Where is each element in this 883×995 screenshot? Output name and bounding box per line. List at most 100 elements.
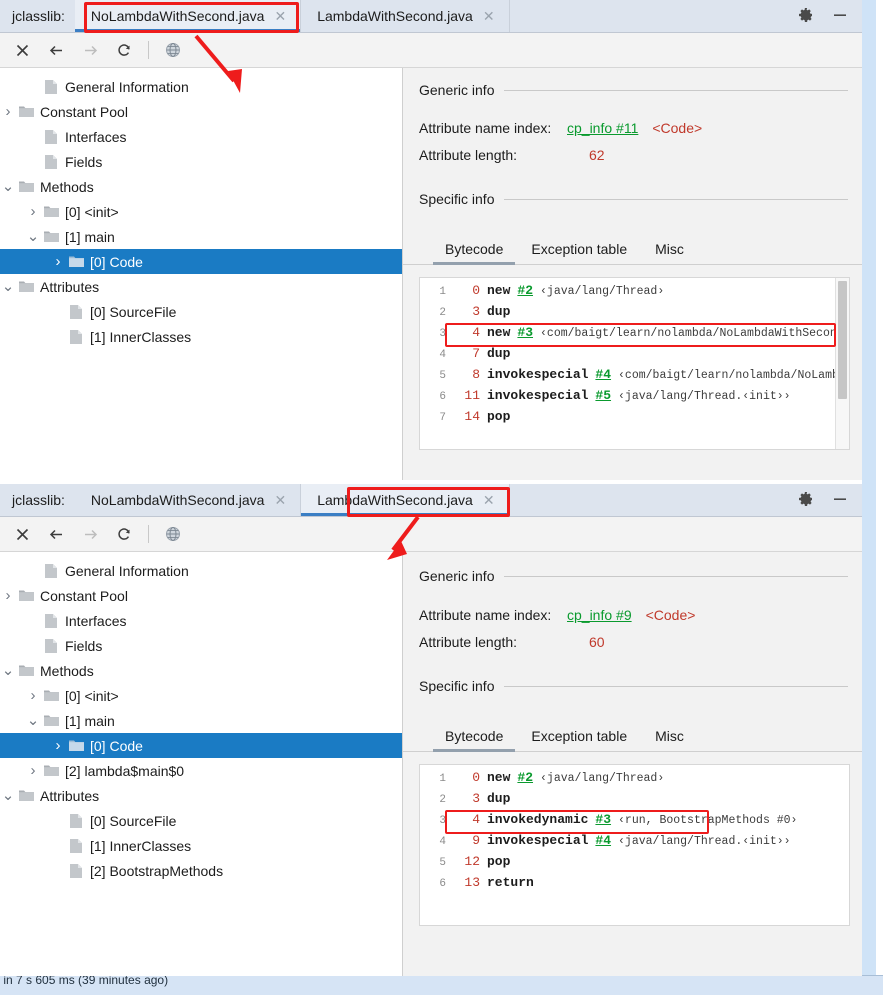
bytecode-line[interactable]: 3 4 new #3 ‹com/baigt/learn/nolambda/NoLambd… [420,325,849,346]
subtab-exception-table[interactable]: Exception table [517,728,641,751]
close-icon[interactable]: ✕ [274,9,292,23]
bytecode-constant-ref[interactable]: #2 [510,770,533,785]
cp-info-link-bottom[interactable]: cp_info #9 [567,607,632,623]
chevron-down-icon[interactable]: ⌄ [0,783,16,808]
chevron-right-icon[interactable]: › [0,99,16,124]
browse-globe-icon[interactable] [159,521,187,547]
tree-row[interactable]: [1] InnerClasses [0,324,402,349]
subtab-exception-table[interactable]: Exception table [517,241,641,264]
tree-row[interactable]: [1] InnerClasses [0,833,402,858]
class-structure-tree-top[interactable]: General Information › Constant Pool Interfa… [0,68,403,480]
specific-info-header-top: Specific info [403,163,862,207]
close-icon[interactable]: ✕ [274,493,292,507]
chevron-right-icon[interactable]: › [50,249,66,274]
subtab-bytecode[interactable]: Bytecode [431,241,517,265]
tree-row[interactable]: › [0] <init> [0,199,402,224]
tree-row[interactable]: › [2] lambda$main$0 [0,758,402,783]
tree-row[interactable]: [0] SourceFile [0,299,402,324]
bytecode-constant-ref[interactable]: #4 [588,833,611,848]
tab-lambdawithsecond-top[interactable]: LambdaWithSecond.java ✕ [301,0,510,32]
bytecode-line[interactable]: 4 7 dup [420,346,849,367]
bytecode-line[interactable]: 3 4 invokedynamic #3 ‹run, BootstrapMethods … [420,812,849,833]
tree-row[interactable]: › [0] Code [0,249,402,274]
tree-row[interactable]: ⌄ [1] main [0,224,402,249]
tab-lambdawithsecond-bottom[interactable]: LambdaWithSecond.java ✕ [301,484,510,516]
close-icon[interactable] [8,37,36,63]
chevron-right-icon[interactable]: › [25,199,41,224]
file-icon [66,863,86,878]
tree-row[interactable]: › [0] Code [0,733,402,758]
close-icon[interactable]: ✕ [483,493,501,507]
back-arrow-icon[interactable] [42,37,70,63]
chevron-down-icon[interactable]: ⌄ [25,708,41,733]
reload-icon[interactable] [110,37,138,63]
browse-globe-icon[interactable] [159,37,187,63]
tree-row-label: [2] BootstrapMethods [90,862,224,879]
bytecode-line[interactable]: 6 13 return [420,875,849,896]
minimize-icon[interactable] [832,491,848,510]
chevron-right-icon[interactable]: › [25,683,41,708]
gear-icon[interactable] [798,7,814,26]
bytecode-line[interactable]: 5 8 invokespecial #4 ‹com/baigt/learn/nolamb… [420,367,849,388]
chevron-right-icon[interactable]: › [25,758,41,783]
detail-subtabs-bottom[interactable]: Bytecode Exception table Misc [403,721,862,752]
gear-icon[interactable] [798,491,814,510]
bytecode-constant-ref[interactable]: #5 [588,388,611,403]
tree-row[interactable]: › [0] <init> [0,683,402,708]
tree-row[interactable]: Interfaces [0,608,402,633]
reload-icon[interactable] [110,521,138,547]
class-structure-tree-bottom[interactable]: General Information › Constant Pool Interfa… [0,552,403,976]
tree-row[interactable]: ⌄ Methods [0,658,402,683]
bytecode-line[interactable]: 4 9 invokespecial #4 ‹java/lang/Thread.‹init… [420,833,849,854]
tree-row[interactable]: ⌄ [1] main [0,708,402,733]
bytecode-line[interactable]: 5 12 pop [420,854,849,875]
subtab-misc[interactable]: Misc [641,241,698,264]
tree-row[interactable]: ⌄ Methods [0,174,402,199]
bytecode-listing-bottom[interactable]: 1 0 new #2 ‹java/lang/Thread› 2 3 dup 3 4 invokedy… [419,764,850,926]
tree-row[interactable]: General Information [0,558,402,583]
bytecode-line[interactable]: 2 3 dup [420,791,849,812]
tree-row[interactable]: [0] SourceFile [0,808,402,833]
chevron-right-icon[interactable]: › [0,583,16,608]
tree-row[interactable]: › Constant Pool [0,99,402,124]
bytecode-scrollbar-top[interactable] [835,278,849,449]
bytecode-constant-ref[interactable]: #4 [588,367,611,382]
chevron-right-icon[interactable]: › [50,733,66,758]
close-icon[interactable] [8,521,36,547]
tree-row[interactable]: Interfaces [0,124,402,149]
subtab-misc[interactable]: Misc [641,728,698,751]
chevron-down-icon[interactable]: ⌄ [0,174,16,199]
bytecode-line-number: 4 [439,836,446,848]
tree-row[interactable]: [2] BootstrapMethods [0,858,402,883]
tab-nolambdawithsecond-top[interactable]: NoLambdaWithSecond.java ✕ [74,0,302,32]
bytecode-mnemonic: dup [487,791,511,806]
tree-row[interactable]: › Constant Pool [0,583,402,608]
jclasslib-window-top: jclasslib: NoLambdaWithSecond.java ✕ Lam… [0,0,862,480]
scrollbar-thumb[interactable] [838,281,847,399]
tree-row[interactable]: ⌄ Attributes [0,274,402,299]
bytecode-line[interactable]: 6 11 invokespecial #5 ‹java/lang/Thread.‹ini… [420,388,849,409]
bytecode-listing-top[interactable]: 1 0 new #2 ‹java/lang/Thread› 2 3 dup 3 4 new #3 ‹co… [419,277,850,450]
bytecode-line[interactable]: 1 0 new #2 ‹java/lang/Thread› [420,283,849,304]
close-icon[interactable]: ✕ [483,9,501,23]
bytecode-constant-ref[interactable]: #3 [510,325,533,340]
chevron-down-icon[interactable]: ⌄ [0,658,16,683]
detail-subtabs-top[interactable]: Bytecode Exception table Misc [403,234,862,265]
back-arrow-icon[interactable] [42,521,70,547]
bytecode-line[interactable]: 1 0 new #2 ‹java/lang/Thread› [420,770,849,791]
bytecode-constant-ref[interactable]: #3 [588,812,611,827]
minimize-icon[interactable] [832,7,848,26]
section-rule [504,575,848,577]
chevron-down-icon[interactable]: ⌄ [25,224,41,249]
tree-row[interactable]: Fields [0,633,402,658]
subtab-bytecode[interactable]: Bytecode [431,728,517,752]
tree-row[interactable]: Fields [0,149,402,174]
tree-row[interactable]: ⌄ Attributes [0,783,402,808]
bytecode-line[interactable]: 7 14 pop [420,409,849,430]
bytecode-constant-ref[interactable]: #2 [510,283,533,298]
tab-nolambdawithsecond-bottom[interactable]: NoLambdaWithSecond.java ✕ [75,484,302,516]
cp-info-link-top[interactable]: cp_info #11 [567,120,638,136]
chevron-down-icon[interactable]: ⌄ [0,274,16,299]
bytecode-line[interactable]: 2 3 dup [420,304,849,325]
tree-row[interactable]: General Information [0,74,402,99]
